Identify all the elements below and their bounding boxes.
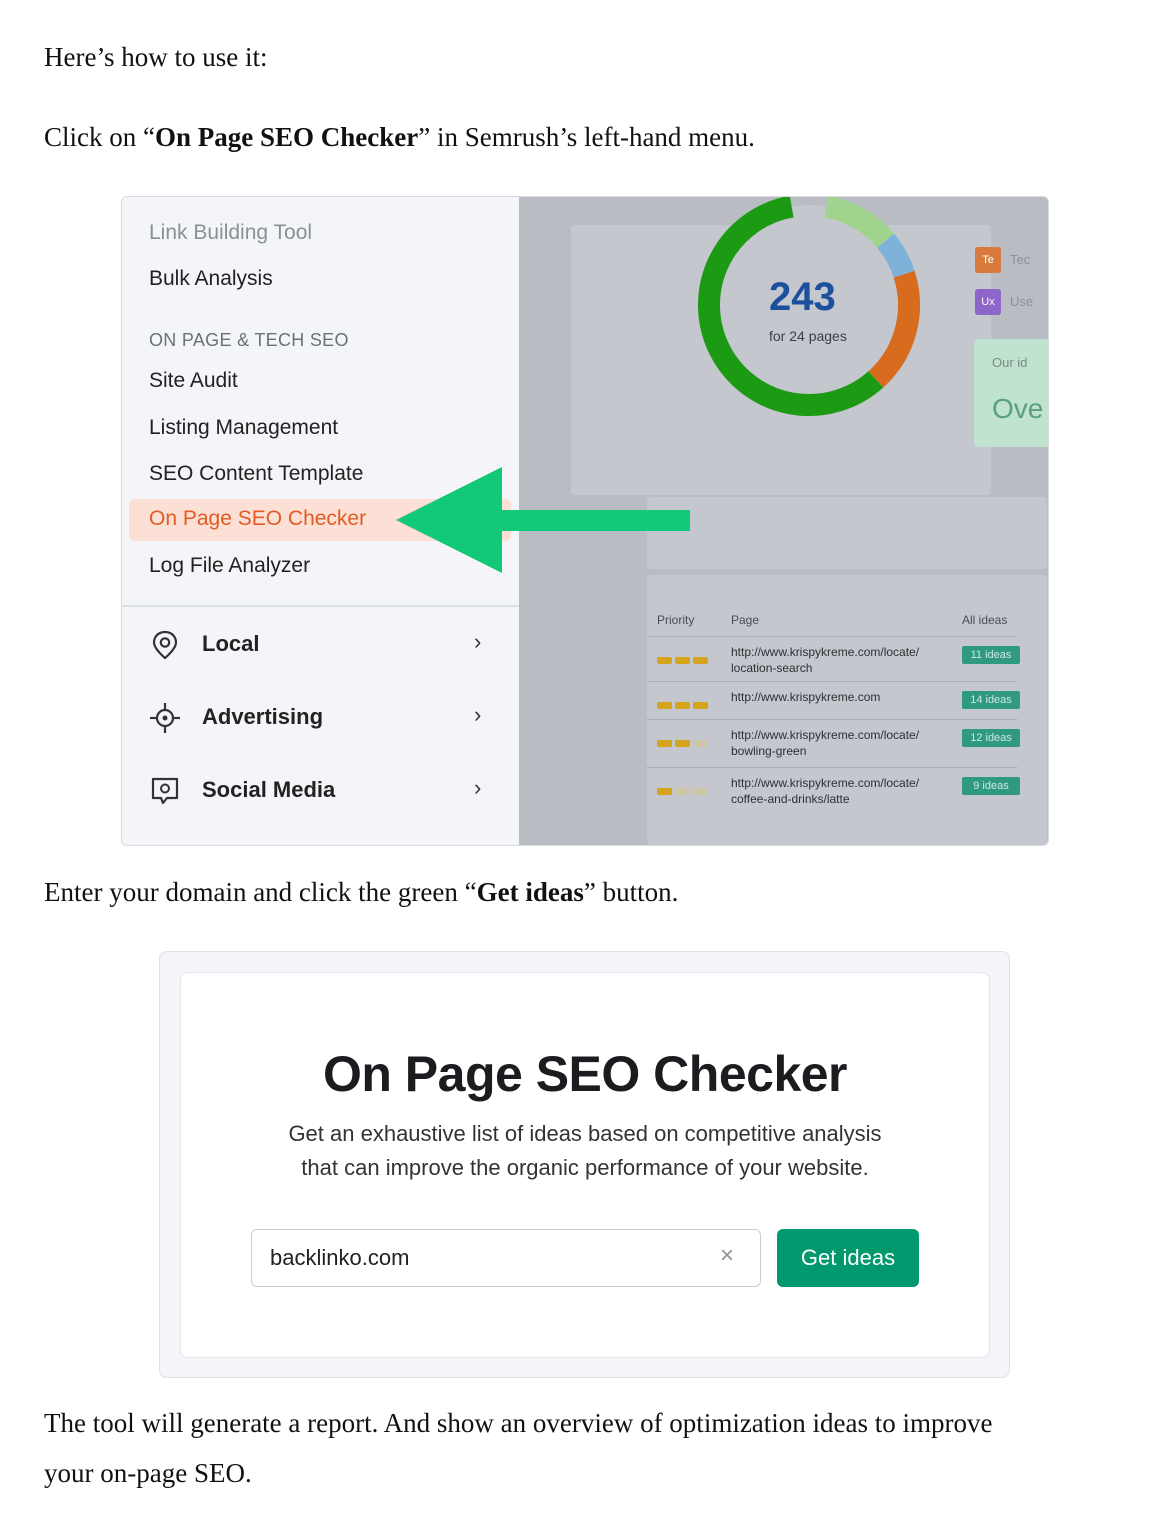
- outro-text: The tool will generate a report. And sho…: [44, 1398, 993, 1498]
- seo-checker-title: On Page SEO Checker: [322, 1046, 848, 1102]
- step2-text: Enter your domain and click the green “G…: [44, 867, 678, 917]
- domain-input-value[interactable]: backlinko.com: [270, 1245, 409, 1271]
- step1-text: Click on “On Page SEO Checker” in Semrus…: [44, 112, 755, 162]
- step1-before: Click on “: [44, 122, 155, 152]
- intro-text: Here’s how to use it:: [44, 42, 268, 72]
- description-line: that can improve the organic performance…: [301, 1155, 869, 1180]
- semrush-menu-screenshot: Link Building Tool Bulk Analysis ON PAGE…: [121, 196, 1049, 846]
- outro-line-1: The tool will generate a report. And sho…: [44, 1408, 993, 1438]
- step1-bold: On Page SEO Checker: [154, 122, 419, 152]
- step2-after: ” button.: [583, 877, 679, 907]
- outro-line-2: your on-page SEO.: [44, 1458, 252, 1488]
- step1-after: ” in Semrush’s left-hand menu.: [418, 122, 755, 152]
- description-line: Get an exhaustive list of ideas based on…: [288, 1121, 882, 1146]
- domain-input[interactable]: backlinko.com ×: [251, 1229, 761, 1287]
- clear-icon[interactable]: ×: [720, 1242, 734, 1270]
- seo-checker-screenshot: On Page SEO Checker Get an exhaustive li…: [159, 951, 1010, 1378]
- seo-checker-card: On Page SEO Checker Get an exhaustive li…: [180, 972, 990, 1358]
- step2-bold: Get ideas: [476, 877, 584, 907]
- get-ideas-button[interactable]: Get ideas: [777, 1229, 919, 1287]
- seo-checker-description: Get an exhaustive list of ideas based on…: [181, 1117, 989, 1185]
- green-arrow-icon: [396, 467, 690, 573]
- step2-before: Enter your domain and click the green “: [44, 877, 477, 907]
